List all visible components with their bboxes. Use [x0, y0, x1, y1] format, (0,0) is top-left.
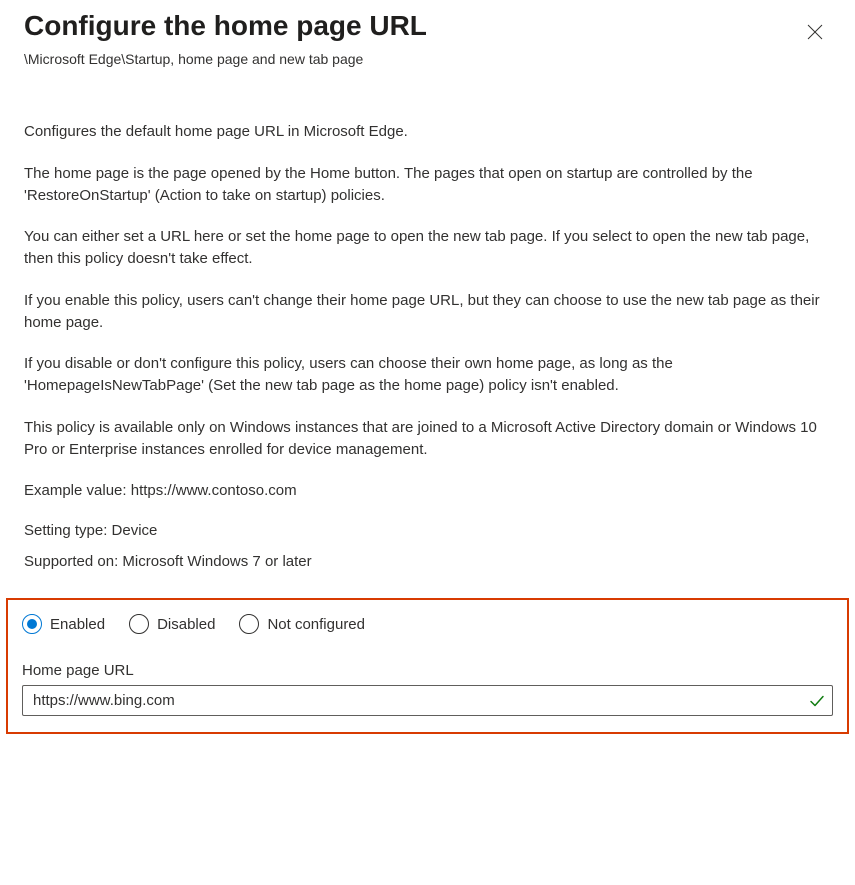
radio-enabled[interactable]: Enabled [22, 614, 105, 634]
home-page-url-input[interactable] [22, 685, 833, 716]
description-paragraph: The home page is the page opened by the … [24, 163, 831, 207]
state-radio-group: Enabled Disabled Not configured [22, 614, 833, 634]
setting-type: Setting type: Device [24, 522, 831, 539]
radio-label: Enabled [50, 616, 105, 633]
description-paragraph: You can either set a URL here or set the… [24, 226, 831, 270]
description-paragraph: Configures the default home page URL in … [24, 121, 831, 143]
example-value: Example value: https://www.contoso.com [24, 480, 831, 502]
checkmark-icon [809, 693, 825, 709]
radio-label: Not configured [267, 616, 365, 633]
radio-disabled[interactable]: Disabled [129, 614, 215, 634]
configuration-section: Enabled Disabled Not configured Home pag… [6, 598, 849, 734]
description-paragraph: If you disable or don't configure this p… [24, 353, 831, 397]
radio-icon [129, 614, 149, 634]
radio-icon [239, 614, 259, 634]
description-paragraph: If you enable this policy, users can't c… [24, 290, 831, 334]
supported-on: Supported on: Microsoft Windows 7 or lat… [24, 553, 831, 570]
description-paragraph: This policy is available only on Windows… [24, 417, 831, 461]
close-button[interactable] [799, 16, 831, 51]
input-wrapper [22, 685, 833, 716]
close-icon [807, 24, 823, 43]
page-title: Configure the home page URL [24, 10, 427, 42]
radio-not-configured[interactable]: Not configured [239, 614, 365, 634]
breadcrumb: \Microsoft Edge\Startup, home page and n… [0, 51, 855, 71]
radio-icon [22, 614, 42, 634]
home-page-url-label: Home page URL [22, 662, 833, 679]
policy-description: Configures the default home page URL in … [24, 121, 831, 502]
radio-label: Disabled [157, 616, 215, 633]
